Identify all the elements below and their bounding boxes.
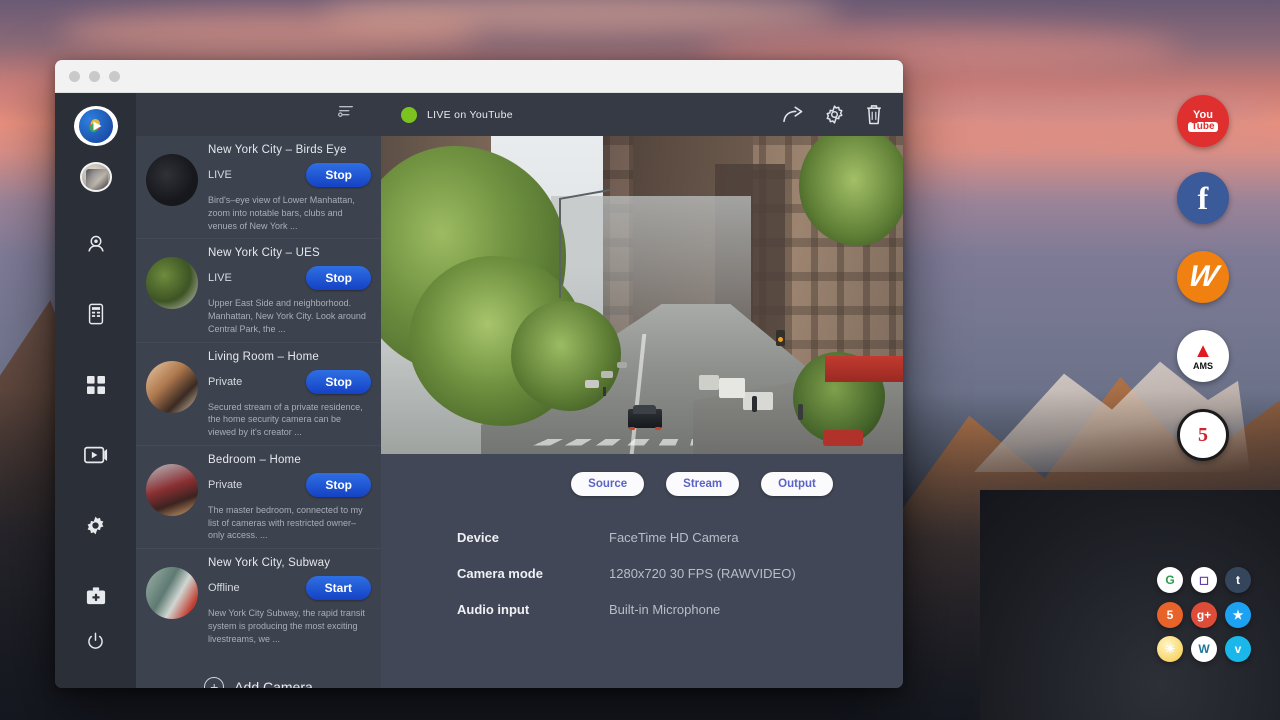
spec-label: Audio input — [457, 602, 609, 617]
camera-status: LIVE — [208, 169, 232, 181]
desktop-icon-twitter[interactable]: ★ — [1225, 602, 1251, 628]
video-preview[interactable] — [381, 136, 903, 454]
sidebar-item-player[interactable] — [76, 437, 116, 473]
spec-label: Device — [457, 530, 609, 545]
sidebar-item-cameras[interactable] — [76, 226, 116, 262]
source-spec-list: Device FaceTime HD Camera Camera mode 12… — [381, 496, 903, 638]
video-player-icon — [84, 445, 108, 465]
sidebar-item-settings[interactable] — [76, 507, 116, 543]
maximize-button[interactable] — [109, 71, 120, 82]
grid-icon — [86, 375, 106, 395]
spec-row-device: Device FaceTime HD Camera — [457, 530, 903, 545]
gear-icon — [85, 515, 106, 536]
minimize-button[interactable] — [89, 71, 100, 82]
plus-circle-icon: + — [204, 677, 224, 688]
live-status-label: LIVE on YouTube — [427, 109, 513, 121]
desktop-icon-adobe-ams[interactable]: ▲ AMS — [1177, 330, 1229, 382]
webcam-icon — [85, 233, 107, 255]
camera-title: Bedroom – Home — [208, 454, 371, 466]
list-item[interactable]: Bedroom – Home Private Stop The master b… — [136, 446, 381, 549]
list-item[interactable]: New York City – UES LIVE Stop Upper East… — [136, 239, 381, 342]
camera-thumbnail — [146, 154, 198, 206]
camera-status: Private — [208, 479, 242, 491]
app-window: New York City – Birds Eye LIVE Stop Bird… — [55, 60, 903, 688]
camera-thumbnail — [146, 257, 198, 309]
camera-description: The master bedroom, connected to my list… — [208, 504, 371, 542]
spec-row-camera-mode: Camera mode 1280x720 30 FPS (RAWVIDEO) — [457, 566, 903, 581]
mobile-device-icon — [86, 303, 106, 325]
sidebar-item-power[interactable] — [76, 624, 116, 660]
spec-value[interactable]: FaceTime HD Camera — [609, 530, 739, 545]
live-status-dot — [401, 107, 417, 123]
sort-icon[interactable] — [337, 104, 355, 125]
sidebar-rail — [55, 93, 136, 688]
camera-title: New York City – Birds Eye — [208, 144, 371, 156]
camera-thumbnail — [146, 464, 198, 516]
tab-output[interactable]: Output — [761, 472, 833, 496]
tab-stream[interactable]: Stream — [666, 472, 739, 496]
camera-action-button[interactable]: Stop — [306, 266, 371, 290]
list-item[interactable]: Living Room – Home Private Stop Secured … — [136, 343, 381, 446]
desktop-icon-youtube[interactable]: You Tube — [1177, 95, 1229, 147]
close-button[interactable] — [69, 71, 80, 82]
desktop-icon-google-currents[interactable]: G — [1157, 567, 1183, 593]
desktop-icon-google-plus[interactable]: g+ — [1191, 602, 1217, 628]
spec-value[interactable]: Built-in Microphone — [609, 602, 720, 617]
desktop-icon-twitch[interactable]: ◻ — [1191, 567, 1217, 593]
main-header: LIVE on YouTube — [381, 93, 903, 136]
user-avatar[interactable] — [80, 162, 112, 191]
window-titlebar[interactable] — [55, 60, 903, 93]
settings-button[interactable] — [824, 104, 845, 125]
main-panel: LIVE on YouTube — [381, 93, 903, 688]
camera-title: Living Room – Home — [208, 351, 371, 363]
camera-thumbnail — [146, 567, 198, 619]
desktop-icon-facebook[interactable]: f — [1177, 172, 1229, 224]
sidebar-item-devices[interactable] — [76, 296, 116, 332]
camera-status: Private — [208, 376, 242, 388]
first-aid-kit-icon — [85, 586, 107, 606]
desktop-icon-wordpress[interactable]: W — [1191, 636, 1217, 662]
camera-thumbnail — [146, 361, 198, 413]
share-button[interactable] — [782, 106, 804, 124]
camera-action-button[interactable]: Stop — [306, 473, 371, 497]
desktop-icon-vimeo[interactable]: v — [1225, 636, 1251, 662]
add-camera-button[interactable]: + Add Camera — [136, 651, 381, 688]
camera-action-button[interactable]: Stop — [306, 163, 371, 187]
camera-action-button[interactable]: Stop — [306, 370, 371, 394]
spec-row-audio-input: Audio input Built-in Microphone — [457, 602, 903, 617]
desktop-icon-five-stream[interactable]: 5 — [1157, 602, 1183, 628]
video-frame — [381, 136, 903, 454]
spec-label: Camera mode — [457, 566, 609, 581]
sidebar-item-support[interactable] — [76, 577, 116, 613]
app-logo-icon[interactable] — [76, 108, 116, 144]
desktop-icon-target-five[interactable]: 5 — [1177, 409, 1229, 461]
camera-description: Secured stream of a private residence, t… — [208, 401, 371, 439]
add-camera-label: Add Camera — [234, 679, 313, 688]
camera-title: New York City, Subway — [208, 557, 371, 569]
camera-status: Offline — [208, 582, 240, 594]
camera-description: New York City Subway, the rapid transit … — [208, 607, 371, 645]
desktop-icon-wowza[interactable]: W — [1177, 251, 1229, 303]
spec-value[interactable]: 1280x720 30 FPS (RAWVIDEO) — [609, 566, 796, 581]
tab-source[interactable]: Source — [571, 472, 644, 496]
power-icon — [86, 632, 105, 651]
camera-action-button[interactable]: Start — [306, 576, 371, 600]
desktop-icon-sunrise[interactable]: ☀ — [1157, 636, 1183, 662]
settings-tabs: Source Stream Output — [381, 454, 903, 496]
list-item[interactable]: New York City – Birds Eye LIVE Stop Bird… — [136, 136, 381, 239]
camera-description: Bird's–eye view of Lower Manhattan, zoom… — [208, 194, 371, 232]
camera-title: New York City – UES — [208, 247, 371, 259]
camera-status: LIVE — [208, 272, 232, 284]
camera-description: Upper East Side and neighborhood. Manhat… — [208, 297, 371, 335]
list-item[interactable]: New York City, Subway Offline Start New … — [136, 549, 381, 651]
sidebar-item-apps[interactable] — [76, 366, 116, 402]
desktop-icon-tumblr[interactable]: t — [1225, 567, 1251, 593]
camera-list-header — [136, 93, 381, 136]
delete-button[interactable] — [865, 104, 883, 125]
camera-list[interactable]: New York City – Birds Eye LIVE Stop Bird… — [136, 136, 381, 688]
camera-list-panel: New York City – Birds Eye LIVE Stop Bird… — [136, 93, 381, 688]
